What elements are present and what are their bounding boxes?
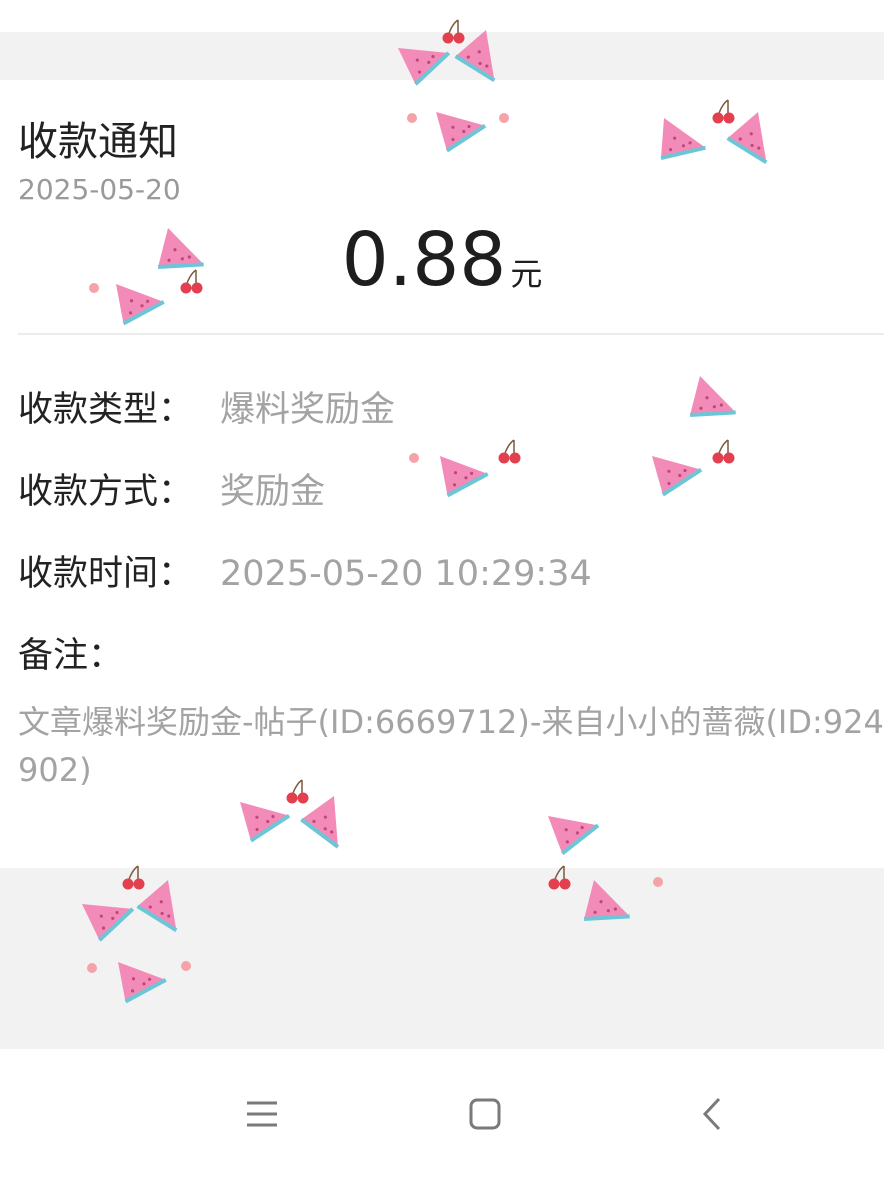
watermelon-icon	[438, 449, 492, 498]
cherry-icon	[711, 99, 736, 125]
cherry-icon	[87, 963, 97, 973]
cherry-icon	[547, 865, 572, 891]
watermelon-icon	[655, 116, 712, 168]
watermelon-icon	[152, 226, 214, 284]
cherry-icon	[179, 269, 204, 295]
cherry-icon	[653, 877, 663, 887]
cherry-icon	[285, 779, 310, 805]
cherry-icon	[499, 113, 509, 123]
cherry-icon	[121, 865, 146, 891]
watermelon-icon	[546, 802, 605, 857]
navigation-bar	[0, 1049, 884, 1179]
watermelon-icon	[578, 878, 640, 936]
watermelon-icon	[650, 446, 707, 498]
cherry-icon	[407, 113, 417, 123]
watermelon-icon	[238, 792, 295, 844]
watermelon-icon	[723, 110, 787, 175]
watermelon-icon	[114, 277, 168, 326]
cherry-icon	[497, 439, 522, 465]
menu-icon	[247, 1101, 277, 1127]
watermelon-icon	[434, 102, 491, 154]
home-button[interactable]	[455, 1090, 515, 1138]
watermelon-icon	[80, 886, 141, 944]
cherry-icon	[181, 961, 191, 971]
back-button[interactable]	[682, 1090, 742, 1138]
home-square-icon	[469, 1098, 501, 1130]
cherry-icon	[409, 453, 419, 463]
watermelon-icon	[684, 374, 746, 432]
menu-button[interactable]	[232, 1090, 292, 1138]
watermelon-icon	[297, 794, 359, 858]
watermelon-icon	[116, 955, 170, 1004]
watermelon-icon	[133, 878, 197, 943]
cherry-icon	[441, 19, 466, 45]
back-chevron-icon	[702, 1097, 721, 1131]
decoration-overlay	[80, 19, 787, 1004]
cherry-icon	[89, 283, 99, 293]
cherry-icon	[711, 439, 736, 465]
